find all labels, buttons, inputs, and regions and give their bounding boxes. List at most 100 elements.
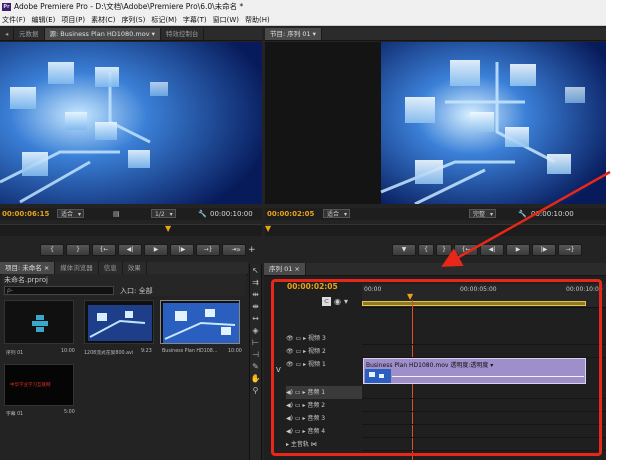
project-item-thumb-title[interactable]: 中华学业学习互联网 bbox=[4, 364, 74, 406]
add-button-icon[interactable]: + bbox=[248, 245, 256, 255]
speaker-icon[interactable]: ◀) ▭ bbox=[286, 415, 302, 422]
snap-icon[interactable]: ⊂ bbox=[322, 297, 331, 306]
tab-program[interactable]: 节目: 序列 01 ▾ bbox=[265, 28, 322, 40]
tab-effects[interactable]: 效果 bbox=[123, 262, 147, 274]
insert-button[interactable]: ⇥ bbox=[222, 244, 246, 256]
menu-item[interactable]: 标记(M) bbox=[151, 14, 177, 25]
play-button[interactable]: ▶ bbox=[144, 244, 168, 256]
track-header-video[interactable]: 👁 ▭ ▸ 视频 3 bbox=[286, 332, 362, 345]
zoom-tool-icon[interactable]: ⚲ bbox=[250, 385, 261, 396]
tab-source[interactable]: 源: Business Plan HD1080.mov ▾ bbox=[44, 28, 161, 40]
mark-in-button[interactable]: { bbox=[40, 244, 64, 256]
program-playhead-icon[interactable]: ▼ bbox=[265, 224, 271, 233]
project-item-thumb-sequence[interactable] bbox=[4, 300, 74, 344]
program-play-button[interactable]: ▶ bbox=[506, 244, 530, 256]
track-lane[interactable] bbox=[362, 332, 606, 345]
step-forward-button[interactable]: |▶ bbox=[170, 244, 194, 256]
project-search-input[interactable]: ρ- bbox=[4, 286, 114, 295]
timeline-timecode[interactable]: 00:00:02:05 bbox=[287, 282, 338, 291]
mark-out-button[interactable]: } bbox=[66, 244, 90, 256]
slip-tool-icon[interactable]: ⊢ bbox=[250, 337, 261, 348]
slide-tool-icon[interactable]: ⊣ bbox=[250, 349, 261, 360]
track-lane[interactable] bbox=[362, 438, 606, 451]
program-go-to-out-button[interactable]: →} bbox=[558, 244, 582, 256]
menu-item[interactable]: 窗口(W) bbox=[213, 14, 239, 25]
opacity-rubber-band[interactable] bbox=[392, 376, 584, 377]
timeline-ruler[interactable]: 00:00 00:00:05:00 00:00:10:00 ▼ bbox=[362, 284, 606, 308]
menu-item[interactable]: 文件(F) bbox=[2, 14, 26, 25]
source-timecode-out[interactable]: 00:00:10:00 bbox=[210, 208, 253, 220]
video-target-label[interactable]: V bbox=[276, 366, 281, 374]
program-fit-dropdown[interactable]: 适合 bbox=[323, 209, 351, 219]
track-lane[interactable] bbox=[362, 412, 606, 425]
selection-tool-icon[interactable]: ↖ bbox=[250, 265, 261, 276]
step-back-button[interactable]: ◀| bbox=[118, 244, 142, 256]
speaker-icon[interactable]: ◀) ▭ bbox=[286, 428, 302, 435]
menu-item[interactable]: 素材(C) bbox=[91, 14, 115, 25]
track-header-audio[interactable]: ◀) ▭ ▸ 音频 1 bbox=[286, 386, 362, 399]
source-timecode-in[interactable]: 00:00:06:15 bbox=[2, 208, 49, 220]
source-resolution-dropdown[interactable]: 1/2 bbox=[151, 209, 176, 219]
track-header-master[interactable]: ▸ 主音轨 ⋈ bbox=[286, 438, 362, 451]
menu-item[interactable]: 编辑(E) bbox=[32, 14, 56, 25]
eye-icon[interactable]: 👁 ▭ bbox=[286, 361, 303, 368]
track-header-audio[interactable]: ◀) ▭ ▸ 音频 4 bbox=[286, 425, 362, 438]
work-area-bar[interactable] bbox=[362, 301, 586, 306]
program-ruler[interactable]: ▼ bbox=[265, 224, 606, 236]
eye-icon[interactable]: 👁 ▭ bbox=[286, 335, 303, 342]
program-step-forward-button[interactable]: |▶ bbox=[532, 244, 556, 256]
project-item-thumb-mov[interactable] bbox=[160, 300, 240, 344]
ripple-edit-tool-icon[interactable]: ⇹ bbox=[250, 289, 261, 300]
clip-business-plan[interactable]: Business Plan HD1080.mov 透明度:透明度 ▾ bbox=[363, 358, 586, 384]
panel-menu-icon[interactable]: ◂ bbox=[0, 28, 14, 40]
tab-sequence[interactable]: 序列 01 × bbox=[264, 263, 306, 275]
source-fit-dropdown[interactable]: 适合 bbox=[57, 209, 85, 219]
tab-media-browser[interactable]: 媒体浏览器 bbox=[55, 262, 99, 274]
track-lane[interactable] bbox=[362, 399, 606, 412]
program-resolution-dropdown[interactable]: 完整 bbox=[469, 209, 497, 219]
source-playhead-icon[interactable]: ▼ bbox=[165, 224, 171, 233]
razor-tool-icon[interactable]: ◈ bbox=[250, 325, 261, 336]
program-timecode-in[interactable]: 00:00:02:05 bbox=[267, 208, 314, 220]
marker-icon[interactable]: ◉ bbox=[334, 297, 341, 306]
track-header-audio[interactable]: ◀) ▭ ▸ 音频 2 bbox=[286, 399, 362, 412]
wrench-icon[interactable]: 🔧 bbox=[198, 208, 207, 220]
program-timecode-out[interactable]: 00:00:10:00 bbox=[531, 208, 574, 220]
more-controls-icon[interactable]: » bbox=[236, 245, 241, 254]
program-wrench-icon[interactable]: 🔧 bbox=[518, 208, 527, 220]
program-go-to-in-button[interactable]: {← bbox=[454, 244, 478, 256]
track-lane[interactable] bbox=[362, 345, 606, 358]
track-select-tool-icon[interactable]: ⇉ bbox=[250, 277, 261, 288]
menu-item[interactable]: 序列(S) bbox=[121, 14, 145, 25]
pen-tool-icon[interactable]: ✎ bbox=[250, 361, 261, 372]
rolling-edit-tool-icon[interactable]: ⇼ bbox=[250, 301, 261, 312]
track-lane[interactable] bbox=[362, 386, 606, 399]
hand-tool-icon[interactable]: ✋ bbox=[250, 373, 261, 384]
source-ruler[interactable]: ▼ bbox=[0, 224, 262, 236]
tab-metadata[interactable]: 元数据 bbox=[14, 28, 45, 40]
add-marker-icon[interactable]: ▾ bbox=[344, 297, 348, 306]
go-to-out-button[interactable]: →} bbox=[196, 244, 220, 256]
track-lane[interactable] bbox=[362, 425, 606, 438]
track-header-video[interactable]: 👁 ▭ ▸ 视频 2 bbox=[286, 345, 362, 358]
track-header-audio[interactable]: ◀) ▭ ▸ 音频 3 bbox=[286, 412, 362, 425]
program-mark-out-button[interactable]: } bbox=[436, 244, 452, 256]
speaker-icon[interactable]: ◀) ▭ bbox=[286, 389, 302, 396]
menu-item[interactable]: 字幕(T) bbox=[183, 14, 207, 25]
menu-item[interactable]: 帮助(H) bbox=[245, 14, 270, 25]
go-to-in-button[interactable]: {← bbox=[92, 244, 116, 256]
tab-project[interactable]: 项目: 未命名 × bbox=[0, 262, 56, 274]
speaker-icon[interactable]: ◀) ▭ bbox=[286, 402, 302, 409]
add-marker-button[interactable]: ▼ bbox=[392, 244, 416, 256]
rate-stretch-tool-icon[interactable]: ↔ bbox=[250, 313, 261, 324]
entry-filter-label[interactable]: 入口: 全部 bbox=[120, 286, 153, 296]
tab-effect-controls[interactable]: 特效控制台 bbox=[161, 28, 205, 40]
clip-icon[interactable]: ▤ bbox=[113, 208, 120, 220]
track-header-video[interactable]: 👁 ▭ ▸ 视频 1 bbox=[286, 358, 362, 371]
project-item-thumb-avi[interactable] bbox=[84, 300, 154, 344]
program-step-back-button[interactable]: ◀| bbox=[480, 244, 504, 256]
program-mark-in-button[interactable]: { bbox=[418, 244, 434, 256]
eye-icon[interactable]: 👁 ▭ bbox=[286, 348, 303, 355]
tab-info[interactable]: 信息 bbox=[99, 262, 123, 274]
menu-item[interactable]: 项目(P) bbox=[61, 14, 85, 25]
